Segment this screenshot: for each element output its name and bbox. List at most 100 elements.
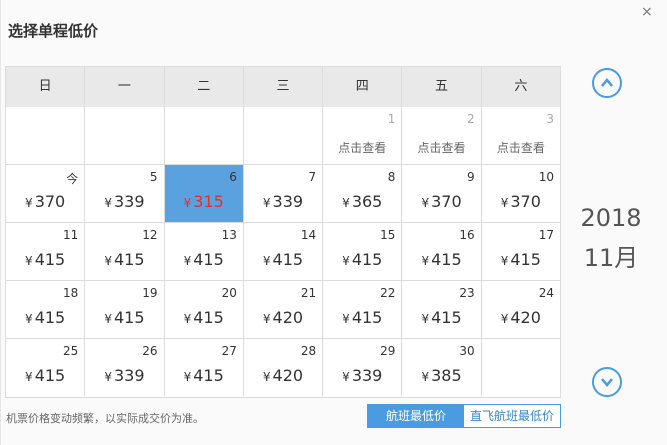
price-value: 415 <box>510 250 541 269</box>
day-price: ¥420 <box>482 308 560 327</box>
day-cell[interactable]: 16 ¥415 <box>401 223 481 280</box>
currency-symbol: ¥ <box>262 196 271 210</box>
weekday-label: 六 <box>480 67 560 107</box>
day-cell[interactable]: 2 点击查看 <box>401 107 481 164</box>
day-cell[interactable]: 27 ¥415 <box>163 339 243 396</box>
price-value: 415 <box>272 250 304 269</box>
calendar-week-row: 1 点击查看 2 点击查看 3 点击查看 <box>6 107 560 164</box>
day-cell[interactable]: 今 ¥370 <box>6 165 85 222</box>
view-price-link[interactable]: 点击查看 <box>402 139 480 156</box>
view-price-link[interactable]: 点击查看 <box>482 139 560 156</box>
fare-filter-tabs: 航班最低价 直飞航班最低价 <box>367 404 561 428</box>
day-price: ¥415 <box>482 250 560 269</box>
day-cell[interactable]: 29 ¥339 <box>322 339 402 396</box>
price-value: 415 <box>113 308 145 327</box>
empty-day-cell <box>6 107 85 164</box>
day-number: 18 <box>63 286 79 300</box>
day-cell[interactable]: 12 ¥415 <box>84 223 164 280</box>
day-cell[interactable]: 20 ¥415 <box>163 281 243 338</box>
currency-symbol: ¥ <box>500 312 509 326</box>
day-cell-selected[interactable]: 6 ¥315 <box>163 165 243 222</box>
day-number: 12 <box>142 228 158 242</box>
day-cell[interactable]: 8 ¥365 <box>322 165 402 222</box>
day-number: 19 <box>142 286 158 300</box>
weekday-label: 五 <box>401 67 480 107</box>
prev-month-button[interactable] <box>592 68 622 98</box>
day-price: ¥370 <box>402 192 480 211</box>
day-price: ¥415 <box>244 250 322 269</box>
price-value: 415 <box>351 308 383 327</box>
day-cell[interactable]: 10 ¥370 <box>480 165 560 222</box>
day-cell[interactable]: 25 ¥415 <box>6 339 85 396</box>
currency-symbol: ¥ <box>25 254 33 268</box>
currency-symbol: ¥ <box>104 196 112 210</box>
price-value: 415 <box>193 308 224 327</box>
day-cell[interactable]: 5 ¥339 <box>84 165 164 222</box>
currency-symbol: ¥ <box>342 312 350 326</box>
calendar-week-row: 25 ¥415 26 ¥339 27 ¥415 28 ¥420 29 ¥339 30 ¥385 <box>6 338 560 396</box>
day-number: 24 <box>538 286 554 300</box>
price-value: 315 <box>193 192 224 211</box>
currency-symbol: ¥ <box>104 370 112 384</box>
day-number: 20 <box>221 286 237 300</box>
day-number: 11 <box>63 228 79 242</box>
day-cell[interactable]: 19 ¥415 <box>84 281 164 338</box>
day-cell[interactable]: 13 ¥415 <box>163 223 243 280</box>
day-number: 26 <box>142 344 158 358</box>
currency-symbol: ¥ <box>421 312 430 326</box>
tab-lowest-fare[interactable]: 航班最低价 <box>368 405 464 427</box>
day-cell[interactable]: 7 ¥339 <box>242 165 323 222</box>
day-price: ¥339 <box>244 192 322 211</box>
day-price: ¥420 <box>244 366 322 385</box>
day-cell[interactable]: 1 点击查看 <box>322 107 402 164</box>
day-cell[interactable]: 23 ¥415 <box>401 281 481 338</box>
price-value: 365 <box>351 192 383 211</box>
view-price-link[interactable]: 点击查看 <box>323 139 401 156</box>
currency-symbol: ¥ <box>262 370 271 384</box>
price-value: 339 <box>351 366 383 385</box>
price-value: 415 <box>193 366 224 385</box>
day-number: 9 <box>467 170 475 184</box>
day-cell[interactable]: 17 ¥415 <box>480 223 560 280</box>
day-price: ¥365 <box>323 192 401 211</box>
tab-direct-lowest-fare[interactable]: 直飞航班最低价 <box>464 405 560 427</box>
dialog-title: 选择单程低价 <box>8 22 99 40</box>
calendar-year: 2018 <box>580 204 642 232</box>
price-value: 415 <box>34 250 66 269</box>
day-cell[interactable]: 15 ¥415 <box>322 223 402 280</box>
currency-symbol: ¥ <box>500 254 509 268</box>
day-price: ¥415 <box>6 366 84 385</box>
day-cell[interactable]: 11 ¥415 <box>6 223 85 280</box>
day-cell[interactable]: 22 ¥415 <box>322 281 402 338</box>
day-price: ¥339 <box>85 192 163 211</box>
day-cell[interactable]: 21 ¥420 <box>242 281 323 338</box>
calendar-week-row: 今 ¥370 5 ¥339 6 ¥315 7 ¥339 8 ¥365 9 ¥370 10 ¥370 <box>6 164 560 222</box>
day-cell[interactable]: 9 ¥370 <box>401 165 481 222</box>
currency-symbol: ¥ <box>421 370 430 384</box>
day-cell[interactable]: 28 ¥420 <box>242 339 323 396</box>
chevron-down-icon <box>601 378 613 387</box>
day-number: 17 <box>538 228 554 242</box>
next-month-button[interactable] <box>592 367 622 397</box>
currency-symbol: ¥ <box>183 370 192 384</box>
day-price: ¥370 <box>6 192 84 211</box>
currency-symbol: ¥ <box>342 254 350 268</box>
day-price: ¥415 <box>165 250 243 269</box>
day-price: ¥420 <box>244 308 322 327</box>
day-price: ¥415 <box>323 250 401 269</box>
day-cell[interactable]: 26 ¥339 <box>84 339 164 396</box>
price-value: 370 <box>510 192 541 211</box>
currency-symbol: ¥ <box>25 370 33 384</box>
empty-day-cell <box>242 107 323 164</box>
day-number: 23 <box>459 286 475 300</box>
day-number: 14 <box>300 228 317 242</box>
weekday-label: 日 <box>38 79 52 94</box>
day-cell[interactable]: 14 ¥415 <box>242 223 323 280</box>
day-cell[interactable]: 3 点击查看 <box>480 107 560 164</box>
price-value: 420 <box>272 308 304 327</box>
day-cell[interactable]: 18 ¥415 <box>6 281 85 338</box>
day-cell[interactable]: 30 ¥385 <box>401 339 481 396</box>
day-number: 27 <box>221 344 237 358</box>
day-cell[interactable]: 24 ¥420 <box>480 281 560 338</box>
close-icon[interactable]: × <box>641 4 653 20</box>
